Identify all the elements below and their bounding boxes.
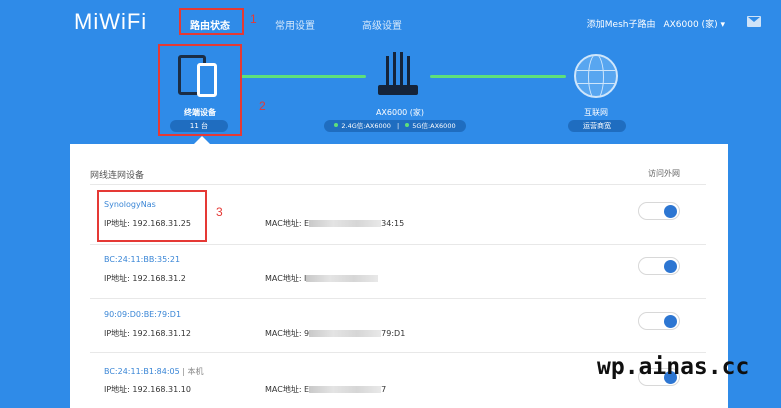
tab-advanced-settings[interactable]: 高级设置: [362, 17, 402, 32]
divider: [90, 184, 706, 185]
band-24g: 2.4G信:AX6000: [341, 122, 391, 130]
annotation-number-1: 1: [250, 12, 257, 26]
annotation-box-1: [179, 8, 244, 35]
band-separator: |: [397, 122, 400, 130]
internet-access-column-header: 访问外网: [648, 169, 680, 178]
device-name[interactable]: 90:09:D0:BE:79:D1: [104, 310, 181, 319]
isp-button[interactable]: 运营商宽: [568, 120, 626, 132]
band-5g: 5G信:AX6000: [412, 122, 456, 130]
device-name[interactable]: BC:24:11:BB:35:21: [104, 255, 180, 264]
device-mac: MAC地址: E7: [265, 385, 387, 394]
internet-access-toggle[interactable]: [638, 202, 680, 220]
globe-icon[interactable]: [574, 54, 618, 98]
status-dot-icon: [334, 123, 339, 127]
annotation-number-2: 2: [259, 99, 266, 113]
device-mac: MAC地址: 9 79:D1: [265, 329, 406, 338]
watermark-text: wp.ainas.cc: [597, 354, 750, 380]
router-icon[interactable]: [376, 52, 420, 95]
internet-access-toggle[interactable]: [638, 312, 680, 330]
annotation-box-3: [97, 190, 207, 242]
tab-common-settings[interactable]: 常用设置: [275, 17, 315, 32]
add-mesh-link[interactable]: 添加Mesh子路由: [587, 17, 656, 30]
panel-title: 网线连网设备: [90, 171, 145, 181]
device-ip: IP地址: 192.168.31.10: [104, 385, 191, 394]
device-ip: IP地址: 192.168.31.12: [104, 329, 191, 338]
internet-access-toggle[interactable]: [638, 257, 680, 275]
chevron-down-icon: ▾: [720, 20, 725, 30]
device-mac: MAC地址: I: [265, 273, 379, 284]
divider: [90, 298, 706, 299]
router-name: AX6000 (家): [663, 20, 718, 30]
device-ip: IP地址: 192.168.31.2: [104, 274, 186, 283]
router-bands: 2.4G信:AX6000 | 5G信:AX6000: [324, 120, 466, 132]
annotation-number-3: 3: [216, 205, 223, 219]
connection-line-devices: [240, 75, 366, 78]
connection-line-internet: [430, 75, 566, 78]
divider: [90, 352, 706, 353]
status-dot-icon: [405, 123, 410, 127]
router-label: AX6000 (家): [375, 108, 425, 117]
miwifi-logo: MiWiFi: [74, 9, 148, 34]
annotation-box-2: [158, 44, 242, 136]
mail-icon[interactable]: [747, 16, 761, 27]
device-name[interactable]: BC:24:11:B1:84:05 | 本机: [104, 366, 204, 377]
router-selector[interactable]: AX6000 (家) ▾: [663, 17, 725, 30]
device-mac: MAC地址: E 34:15: [265, 219, 405, 228]
local-device-tag: | 本机: [182, 367, 204, 376]
internet-label: 互联网: [584, 108, 608, 117]
divider: [90, 244, 706, 245]
